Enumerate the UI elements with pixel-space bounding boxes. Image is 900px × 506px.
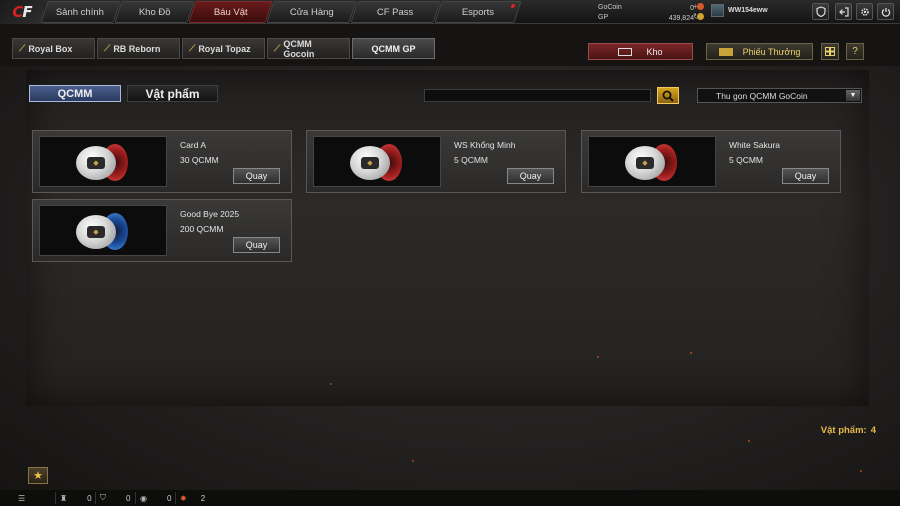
spin-button[interactable]: Quay xyxy=(782,168,829,184)
item-card: ◆ Good Bye 2025 200 QCMM Quay xyxy=(32,199,292,262)
exit-icon[interactable] xyxy=(835,3,852,20)
filter-selected: Thu gọn QCMM GoCoin xyxy=(716,90,808,101)
capsule-icon: ◆ xyxy=(76,211,130,251)
spin-button[interactable]: Quay xyxy=(233,237,280,253)
nav-cua-hang[interactable]: Cửa Hàng xyxy=(266,1,357,23)
item-price: 30 QCMM xyxy=(180,155,219,165)
bottom-bar: ☰ ♜ 0 ⛉ 0 ◉ 0 ✸ 2 xyxy=(0,490,900,506)
ember-particle xyxy=(860,470,862,472)
box-tabs: ⟋ Royal Box ⟋ RB Reborn ⟋ Royal Topaz ⟋ QCMM… xyxy=(12,38,435,59)
item-price: 200 QCMM xyxy=(180,224,224,234)
nav-sanh-chinh[interactable]: Sảnh chính xyxy=(40,1,121,23)
capsule-icon: ◆ xyxy=(350,142,404,182)
nav-kho-do[interactable]: Kho Đồ xyxy=(114,1,195,23)
shield-icon[interactable] xyxy=(812,3,829,20)
bow-icon: ⟋ xyxy=(19,43,26,53)
bottom-stat-a[interactable]: ♜ 0 xyxy=(55,492,95,504)
power-icon[interactable] xyxy=(877,3,894,20)
tab-qcmm[interactable]: QCMM xyxy=(29,85,121,102)
user-name: WW154eww xyxy=(728,7,768,14)
wallet: GoCoin 0 GP 439,824 xyxy=(598,2,704,22)
chevron-down-icon: ▼ xyxy=(846,90,860,101)
spin-button[interactable]: Quay xyxy=(507,168,554,184)
character-icon: ♜ xyxy=(60,493,68,503)
gp-value: 439,824 xyxy=(668,14,694,22)
item-thumbnail: ◆ xyxy=(39,205,167,256)
nav-esports[interactable]: Esports xyxy=(434,1,522,23)
tab-royal-box[interactable]: ⟋ Royal Box xyxy=(12,38,95,59)
tab-qcmm-gocoin[interactable]: ⟋ QCMM Gocoin xyxy=(267,38,350,59)
ember-particle xyxy=(412,460,414,462)
top-bar: CF Sảnh chính Kho Đồ Báu Vật Cửa Hàng CF… xyxy=(0,0,900,24)
item-thumbnail: ◆ xyxy=(588,136,716,187)
item-name: Good Bye 2025 xyxy=(180,209,240,219)
bow-icon: ⟋ xyxy=(104,43,111,53)
help-icon[interactable]: ? xyxy=(846,43,864,60)
item-count: Vật phẩm: 4 xyxy=(820,425,876,436)
logo-letter-c: C xyxy=(12,3,23,21)
logo-letter-f: F xyxy=(22,3,32,21)
bottom-stat-b[interactable]: ⛉ 0 xyxy=(95,492,135,504)
item-price: 5 QCMM xyxy=(729,155,763,165)
tab-royal-topaz[interactable]: ⟋ Royal Topaz xyxy=(182,38,265,59)
storage-icon xyxy=(618,47,633,56)
bottom-stat-c[interactable]: ◉ 0 xyxy=(135,492,175,504)
bow-icon: ⟋ xyxy=(189,43,196,53)
ticket-icon xyxy=(718,47,733,56)
bow-icon: ⟋ xyxy=(274,43,281,53)
gocoin-label: GoCoin xyxy=(598,3,622,11)
item-card: ◆ Card A 30 QCMM Quay xyxy=(32,130,292,193)
tab-qcmm-gp[interactable]: QCMM GP xyxy=(352,38,435,59)
filter-dropdown[interactable]: Thu gọn QCMM GoCoin ▼ xyxy=(697,88,862,103)
notification-dot xyxy=(510,4,516,8)
search-button[interactable] xyxy=(657,87,679,104)
chat-icon: ◉ xyxy=(140,493,147,503)
capsule-icon: ◆ xyxy=(625,142,679,182)
item-price: 5 QCMM xyxy=(454,155,488,165)
tab-vat-pham[interactable]: Vật phẩm xyxy=(127,85,218,102)
bottom-stat-d[interactable]: ✸ 2 xyxy=(175,492,215,504)
capsule-icon: ◆ xyxy=(76,142,130,182)
ember-particle xyxy=(690,352,692,354)
search-input[interactable] xyxy=(424,89,651,102)
gp-label: GP xyxy=(598,13,609,21)
wallet-actions: + ↻ xyxy=(693,2,700,22)
user-info[interactable]: WW154eww xyxy=(711,4,768,17)
tab-rb-reborn[interactable]: ⟋ RB Reborn xyxy=(97,38,180,59)
refresh-icon[interactable]: ↻ xyxy=(693,12,700,22)
top-right-controls xyxy=(812,3,894,20)
item-name: WS Khổng Minh xyxy=(454,140,516,150)
cf-logo[interactable]: CF xyxy=(0,0,44,24)
item-thumbnail: ◆ xyxy=(313,136,441,187)
search-icon xyxy=(662,90,674,102)
item-name: Card A xyxy=(180,140,206,150)
nav-bau-vat[interactable]: Báu Vật xyxy=(188,1,273,23)
main-nav: Sảnh chính Kho Đồ Báu Vật Cửa Hàng CF Pa… xyxy=(40,0,522,24)
nav-cf-pass[interactable]: CF Pass xyxy=(350,1,441,23)
gift-icon: ✸ xyxy=(180,493,187,503)
gp-row: GP 439,824 xyxy=(598,12,704,22)
item-card: ◆ White Sakura 5 QCMM Quay xyxy=(581,130,841,193)
item-card: ◆ WS Khổng Minh 5 QCMM Quay xyxy=(306,130,566,193)
ember-particle xyxy=(597,356,599,358)
kho-button[interactable]: Kho xyxy=(588,43,693,60)
grid-icon[interactable] xyxy=(821,43,839,60)
shield-small-icon: ⛉ xyxy=(100,493,106,502)
spin-button[interactable]: Quay xyxy=(233,168,280,184)
voucher-button[interactable]: Phiếu Thưởng xyxy=(706,43,813,60)
gocoin-row: GoCoin 0 xyxy=(598,2,704,12)
settings-icon[interactable] xyxy=(856,3,873,20)
ember-particle xyxy=(748,440,750,442)
favorite-star-icon[interactable]: ★ xyxy=(28,467,48,484)
menu-list-icon[interactable]: ☰ xyxy=(0,492,55,504)
item-name: White Sakura xyxy=(729,140,781,150)
avatar xyxy=(711,4,724,17)
ember-particle xyxy=(330,383,332,385)
add-currency-icon[interactable]: + xyxy=(693,2,700,12)
item-thumbnail: ◆ xyxy=(39,136,167,187)
